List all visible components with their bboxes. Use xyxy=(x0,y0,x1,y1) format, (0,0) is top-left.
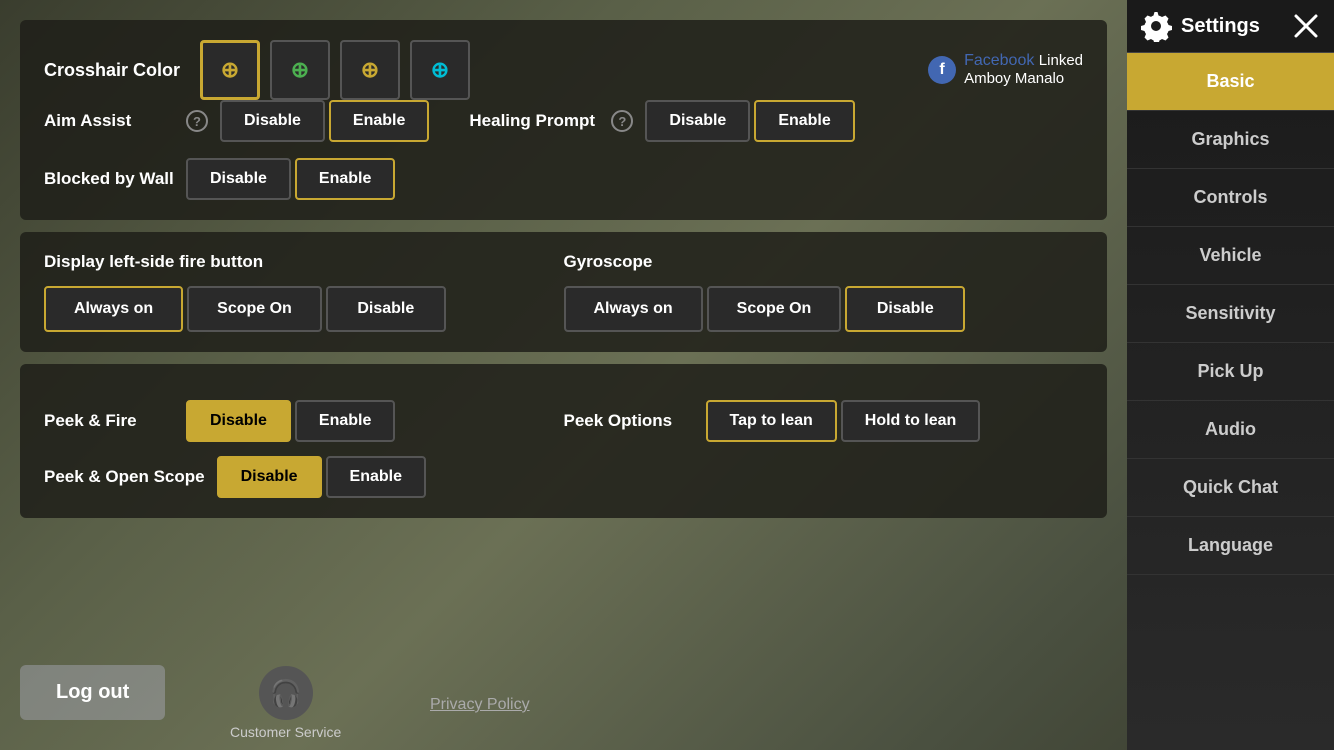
crosshair-gold-icon: ⊕ xyxy=(221,57,239,83)
aim-assist-group: Aim Assist ? Disable Enable xyxy=(44,100,429,142)
peek-fire-row: Peek & Fire Disable Enable xyxy=(44,400,564,442)
gyro-always-on[interactable]: Always on xyxy=(564,286,703,332)
sidebar-nav: Basic Graphics Controls Vehicle Sensitiv… xyxy=(1127,53,1334,750)
sidebar-item-controls[interactable]: Controls xyxy=(1127,169,1334,227)
sidebar-header-left: Settings xyxy=(1141,10,1260,42)
crosshair-cyan-icon: ⊕ xyxy=(431,57,449,83)
crosshair-left: Crosshair Color ⊕ ⊕ ⊕ ⊕ xyxy=(44,40,470,100)
facebook-icon: f xyxy=(928,56,956,84)
fire-disable[interactable]: Disable xyxy=(326,286,446,332)
customer-service[interactable]: 🎧 Customer Service xyxy=(230,666,341,740)
sidebar-item-basic[interactable]: Basic xyxy=(1127,53,1334,111)
peek-options-row: Peek Options Tap to lean Hold to lean xyxy=(564,400,1084,442)
gyroscope-label: Gyroscope xyxy=(564,252,1084,272)
blocked-wall-toggle: Disable Enable xyxy=(186,158,395,200)
fire-scope-on[interactable]: Scope On xyxy=(187,286,322,332)
gyro-scope-on[interactable]: Scope On xyxy=(707,286,842,332)
sidebar: Settings Basic Graphics Controls Vehicle… xyxy=(1127,0,1334,750)
gyro-disable[interactable]: Disable xyxy=(845,286,965,332)
crosshair-color-green[interactable]: ⊕ xyxy=(270,40,330,100)
fire-button-section: Display left-side fire button Always on … xyxy=(44,252,564,332)
blocked-wall-disable[interactable]: Disable xyxy=(186,158,291,200)
peek-fire-enable[interactable]: Enable xyxy=(295,400,395,442)
facebook-link-text: Facebook xyxy=(964,52,1034,69)
sidebar-item-pickup[interactable]: Pick Up xyxy=(1127,343,1334,401)
peek-fire-label: Peek & Fire xyxy=(44,411,174,431)
healing-prompt-toggle: Disable Enable xyxy=(645,100,854,142)
close-button[interactable] xyxy=(1292,12,1320,40)
peek-fire-toggle: Disable Enable xyxy=(186,400,395,442)
peek-open-scope-label: Peek & Open Scope xyxy=(44,467,205,487)
fire-always-on[interactable]: Always on xyxy=(44,286,183,332)
aim-assist-enable[interactable]: Enable xyxy=(329,100,429,142)
crosshair-color-cyan[interactable]: ⊕ xyxy=(410,40,470,100)
peek-fire-disable[interactable]: Disable xyxy=(186,400,291,442)
sidebar-item-audio[interactable]: Audio xyxy=(1127,401,1334,459)
healing-prompt-help[interactable]: ? xyxy=(611,110,633,132)
customer-service-label: Customer Service xyxy=(230,724,341,740)
fire-gyro-row: Display left-side fire button Always on … xyxy=(44,252,1083,332)
customer-service-icon: 🎧 xyxy=(259,666,313,720)
crosshair-green-icon: ⊕ xyxy=(291,57,309,83)
sidebar-item-sensitivity[interactable]: Sensitivity xyxy=(1127,285,1334,343)
basic-panel-2: Display left-side fire button Always on … xyxy=(20,232,1107,352)
peek-scope-toggle: Disable Enable xyxy=(217,456,426,498)
crosshair-gold2-icon: ⊕ xyxy=(361,57,379,83)
healing-prompt-label: Healing Prompt xyxy=(469,111,599,131)
peek-options-section: Peek Options Tap to lean Hold to lean xyxy=(564,384,1084,442)
crosshair-color-gold[interactable]: ⊕ xyxy=(200,40,260,100)
healing-prompt-disable[interactable]: Disable xyxy=(645,100,750,142)
blocked-wall-enable[interactable]: Enable xyxy=(295,158,395,200)
peek-scope-row: Peek & Open Scope Disable Enable xyxy=(44,456,564,498)
fire-button-toggle: Always on Scope On Disable xyxy=(44,286,564,332)
sidebar-item-quickchat[interactable]: Quick Chat xyxy=(1127,459,1334,517)
main-content: Crosshair Color ⊕ ⊕ ⊕ ⊕ xyxy=(0,0,1127,750)
gyroscope-section: Gyroscope Always on Scope On Disable xyxy=(564,252,1084,332)
peek-row: Peek & Fire Disable Enable Peek & Open S… xyxy=(44,384,1083,498)
gyroscope-toggle: Always on Scope On Disable xyxy=(564,286,1084,332)
peek-options-toggle: Tap to lean Hold to lean xyxy=(706,400,981,442)
facebook-username: Amboy Manalo xyxy=(964,70,1064,87)
healing-prompt-group: Healing Prompt ? Disable Enable xyxy=(469,100,854,142)
healing-prompt-enable[interactable]: Enable xyxy=(754,100,854,142)
aim-assist-help[interactable]: ? xyxy=(186,110,208,132)
facebook-info: Facebook Linked Amboy Manalo xyxy=(964,52,1083,88)
peek-scope-enable[interactable]: Enable xyxy=(326,456,426,498)
facebook-link[interactable]: f Facebook Linked Amboy Manalo xyxy=(928,52,1083,88)
sidebar-item-graphics[interactable]: Graphics xyxy=(1127,111,1334,169)
aim-assist-disable[interactable]: Disable xyxy=(220,100,325,142)
peek-options-label: Peek Options xyxy=(564,411,694,431)
dual-settings-row: Aim Assist ? Disable Enable Healing Prom… xyxy=(44,100,1083,142)
crosshair-color-gold2[interactable]: ⊕ xyxy=(340,40,400,100)
sidebar-item-language[interactable]: Language xyxy=(1127,517,1334,575)
aim-assist-label: Aim Assist xyxy=(44,111,174,131)
basic-panel-1: Crosshair Color ⊕ ⊕ ⊕ ⊕ xyxy=(20,20,1107,220)
privacy-policy-link[interactable]: Privacy Policy xyxy=(430,696,530,714)
logout-button[interactable]: Log out xyxy=(20,665,165,720)
aim-assist-toggle: Disable Enable xyxy=(220,100,429,142)
blocked-wall-row: Blocked by Wall Disable Enable xyxy=(44,158,1083,200)
peek-hold-lean[interactable]: Hold to lean xyxy=(841,400,981,442)
gear-icon xyxy=(1141,10,1173,42)
sidebar-header: Settings xyxy=(1127,0,1334,53)
crosshair-colors: ⊕ ⊕ ⊕ ⊕ xyxy=(200,40,470,100)
facebook-status-linked: Linked xyxy=(1039,52,1083,69)
peek-scope-disable[interactable]: Disable xyxy=(217,456,322,498)
basic-panel-3: Peek & Fire Disable Enable Peek & Open S… xyxy=(20,364,1107,518)
crosshair-label: Crosshair Color xyxy=(44,60,184,81)
peek-tap-lean[interactable]: Tap to lean xyxy=(706,400,837,442)
crosshair-row: Crosshair Color ⊕ ⊕ ⊕ ⊕ xyxy=(44,40,1083,100)
settings-title: Settings xyxy=(1181,15,1260,38)
peek-fire-section: Peek & Fire Disable Enable Peek & Open S… xyxy=(44,384,564,498)
fire-button-label: Display left-side fire button xyxy=(44,252,564,272)
sidebar-item-vehicle[interactable]: Vehicle xyxy=(1127,227,1334,285)
blocked-wall-label: Blocked by Wall xyxy=(44,169,174,189)
